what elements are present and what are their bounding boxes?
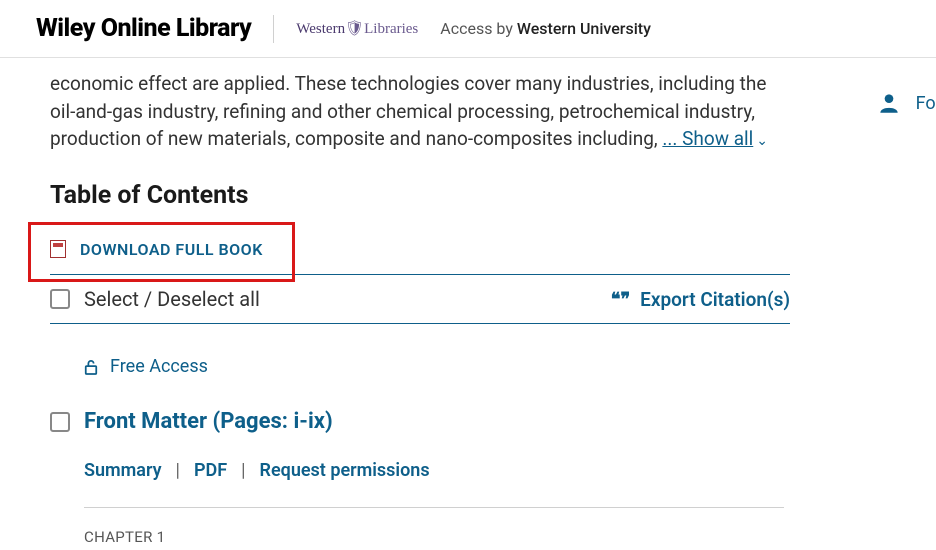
quote-icon: ❝❞: [611, 289, 630, 310]
separator: |: [241, 460, 245, 481]
institution-name: Western University: [517, 19, 651, 38]
pdf-link[interactable]: PDF: [194, 460, 227, 481]
divider: [84, 507, 784, 508]
show-all-link[interactable]: ... Show all: [662, 127, 753, 150]
site-header: Wiley Online Library Western🛡Libraries A…: [0, 0, 936, 58]
institution-logo: Western🛡Libraries: [296, 19, 418, 38]
chevron-down-icon: ⌄: [756, 133, 768, 149]
pdf-icon: [50, 240, 66, 258]
brand-logo[interactable]: Wiley Online Library: [36, 14, 251, 43]
institution-logo-suffix: 🛡Libraries: [345, 21, 418, 37]
toc-heading: Table of Contents: [50, 181, 886, 210]
free-access-label: Free Access: [110, 356, 208, 377]
request-permissions-link[interactable]: Request permissions: [260, 460, 430, 481]
for-authors-link[interactable]: For a: [916, 93, 936, 114]
chapter-row: Front Matter (Pages: i-ix): [50, 409, 886, 434]
chapter-label: CHAPTER 1: [84, 528, 886, 546]
download-section: DOWNLOAD FULL BOOK: [50, 228, 790, 276]
free-access-row: Free Access: [84, 356, 886, 377]
chapter-title-link[interactable]: Front Matter (Pages: i-ix): [84, 409, 333, 434]
abstract-text: economic effect are applied. These techn…: [50, 70, 770, 153]
user-icon[interactable]: [876, 90, 902, 116]
select-all-label: Select / Deselect all: [84, 287, 260, 311]
main-content: For a economic effect are applied. These…: [0, 70, 936, 546]
select-all-checkbox[interactable]: [50, 289, 70, 309]
chapter-links: Summary | PDF | Request permissions: [84, 460, 886, 481]
select-row: Select / Deselect all ❝❞ Export Citation…: [50, 275, 790, 324]
divider: [273, 15, 274, 43]
summary-link[interactable]: Summary: [84, 460, 162, 481]
chapter-checkbox[interactable]: [50, 412, 70, 432]
access-by-label: Access by Western University: [440, 19, 651, 38]
unlock-icon: [84, 359, 98, 375]
export-citations-link[interactable]: ❝❞ Export Citation(s): [611, 288, 790, 311]
separator: |: [176, 460, 180, 481]
download-full-book-link[interactable]: DOWNLOAD FULL BOOK: [50, 240, 263, 259]
right-panel: For a: [876, 90, 936, 116]
